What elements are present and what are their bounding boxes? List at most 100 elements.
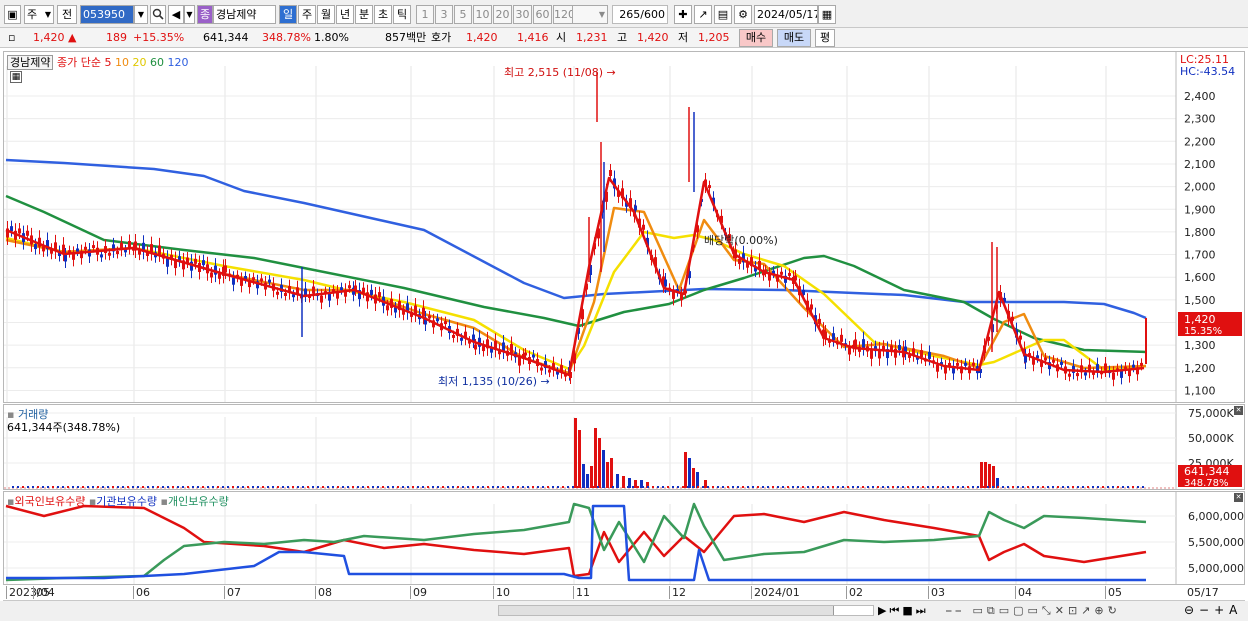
quote-bar: ▫ 1,420 ▲ 189 +15.35% 641,344 348.78% 1.…: [0, 28, 1248, 48]
period-button[interactable]: 초: [374, 5, 392, 24]
candle: [936, 364, 939, 372]
volume-bar: [1112, 486, 1114, 488]
date-input[interactable]: 2024/05/17: [754, 5, 818, 24]
candle: [252, 277, 255, 281]
scroll-thumb[interactable]: [833, 606, 873, 615]
volume-bar: [422, 486, 424, 488]
candle: [444, 321, 447, 325]
volume-bar: [578, 430, 581, 488]
volume-bar: [17, 486, 19, 488]
trend-tool-icon[interactable]: ↗: [694, 5, 712, 24]
turnover-rate: 1.80%: [314, 31, 349, 44]
period-button[interactable]: 주: [298, 5, 316, 24]
stock-code-input[interactable]: 053950: [80, 5, 134, 24]
volume-bar: [932, 486, 934, 488]
chart-tool-icon[interactable]: ✚: [674, 5, 692, 24]
interval-button[interactable]: 60: [533, 5, 552, 24]
layout-icon[interactable]: ▣: [4, 5, 21, 24]
volume-bar: [222, 486, 224, 488]
open-label: 시: [556, 31, 567, 44]
legend-individual: 개인보유수량: [167, 495, 229, 508]
volume-bar: [927, 486, 929, 488]
volume-bar: [377, 486, 379, 488]
volume-bar: [872, 486, 874, 488]
volume-bar: [847, 486, 849, 488]
period-button[interactable]: 일: [279, 5, 297, 24]
volume-bar: [217, 486, 219, 488]
volume-bar: [267, 486, 269, 488]
buy-button[interactable]: 매수: [739, 29, 773, 47]
volume-bar: [12, 486, 14, 488]
period-button[interactable]: 년: [336, 5, 354, 24]
period-button[interactable]: 틱: [393, 5, 411, 24]
volume-bar: [112, 486, 114, 488]
x-axis-label: 09: [410, 586, 427, 599]
calendar-icon[interactable]: ▦: [818, 5, 836, 24]
search-icon[interactable]: [150, 5, 166, 24]
price-chart[interactable]: 2,400 2,300 2,200 2,100 2,000 1,900 1,800 1,700…: [4, 52, 1244, 402]
speaker-dropdown-icon[interactable]: ▼: [184, 5, 195, 24]
volume-bar: [892, 486, 894, 488]
volume-bar: [1007, 486, 1009, 488]
bar-count-field[interactable]: 265/600: [612, 5, 668, 24]
stock-name-field[interactable]: 경남제약: [213, 5, 276, 24]
candle: [34, 244, 37, 250]
nav-controls[interactable]: ▶⏮■⏭: [878, 604, 929, 618]
close-icon[interactable]: ✕: [1234, 406, 1243, 415]
interval-button[interactable]: 1: [416, 5, 434, 24]
code-dropdown-icon[interactable]: ▼: [134, 5, 148, 24]
save-icon[interactable]: ▤: [714, 5, 732, 24]
candle: [158, 245, 161, 255]
volume-bar: [607, 486, 609, 488]
interval-button[interactable]: 30: [513, 5, 532, 24]
volume-bar: [867, 486, 869, 488]
volume-bar: [667, 486, 669, 488]
candle: [268, 279, 271, 283]
mode-select[interactable]: 주 ▼: [24, 5, 54, 24]
sell-button[interactable]: 매도: [777, 29, 811, 47]
candle: [1052, 359, 1055, 363]
x-axis-label: 12: [669, 586, 686, 599]
volume-bar: [147, 486, 149, 488]
interval-button[interactable]: 20: [493, 5, 512, 24]
range-select[interactable]: ▼: [572, 5, 608, 24]
prev-button[interactable]: 전: [57, 5, 77, 24]
volume-bar: [1102, 486, 1104, 488]
volume-bar: [782, 486, 784, 488]
volume-bar: [417, 486, 419, 488]
volume-bar: [382, 486, 384, 488]
period-button[interactable]: 분: [355, 5, 373, 24]
volume-bar: [227, 486, 229, 488]
gear-icon[interactable]: ⚙: [734, 5, 752, 24]
period-button[interactable]: 월: [317, 5, 335, 24]
candle: [100, 254, 103, 258]
volume-chart[interactable]: 75,000K50,000K25,000K641,344348.78%: [4, 405, 1244, 489]
candle: [84, 246, 87, 250]
candle: [898, 345, 901, 351]
interval-button[interactable]: 120: [553, 5, 574, 24]
legend-ma20: 20: [132, 56, 147, 69]
close-icon[interactable]: ✕: [1234, 493, 1243, 502]
volume-bar: [342, 486, 344, 488]
candle: [642, 224, 645, 230]
calculator-icon[interactable]: ▦: [10, 71, 22, 83]
candle: [1024, 355, 1027, 363]
volume-bar: [172, 486, 174, 488]
volume-value-text: 641,344주(348.78%): [7, 421, 121, 434]
candle: [328, 293, 331, 301]
scrollbar[interactable]: [498, 605, 874, 616]
tool-icons[interactable]: ⎯⎯ ▭⧉▭▢▭⤡✕⊡↗⊕↻: [946, 604, 1121, 618]
zoom-controls[interactable]: ⊖−+A: [1184, 603, 1242, 617]
volume-bar: [617, 486, 619, 488]
candle: [944, 366, 947, 374]
interval-button[interactable]: 3: [435, 5, 453, 24]
candle: [482, 346, 485, 352]
speaker-icon[interactable]: ◀: [168, 5, 184, 24]
interval-button[interactable]: 5: [454, 5, 472, 24]
price-name-tag[interactable]: 경남제약: [7, 55, 54, 70]
interval-button[interactable]: 10: [473, 5, 492, 24]
volume-bar: [722, 486, 724, 488]
volume-bar: [317, 486, 319, 488]
x-axis-label: 08: [315, 586, 332, 599]
eval-button[interactable]: 평: [815, 29, 835, 47]
